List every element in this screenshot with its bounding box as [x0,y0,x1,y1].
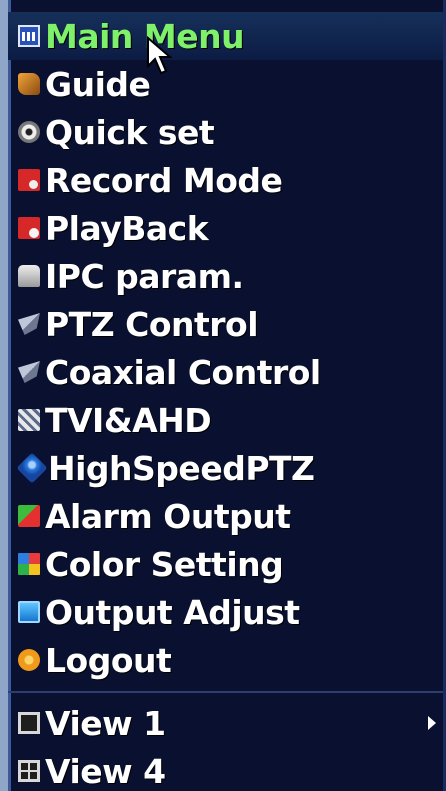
menu-item-label: View 4 [45,751,166,791]
menu-item-record-mode[interactable]: Record Mode [18,156,283,204]
logout-power-icon [18,649,40,671]
menu-item-label: Quick set [45,112,215,152]
menu-item-label: PlayBack [45,208,209,248]
main-context-menu: Main Menu Guide Quick set Record Mode Pl… [0,0,446,791]
menu-item-quick-set[interactable]: Quick set [18,108,215,156]
menu-item-label: Record Mode [45,160,283,200]
menu-item-ptz-control[interactable]: PTZ Control [18,300,259,348]
mouse-pointer-icon [147,36,173,75]
ipc-camera-icon [18,265,40,287]
menu-item-output-adjust[interactable]: Output Adjust [18,588,300,636]
alarm-output-icon [18,505,40,527]
menu-item-playback[interactable]: PlayBack [18,204,209,252]
menu-item-view-4[interactable]: View 4 [18,747,166,791]
menu-item-label: Color Setting [45,544,284,584]
main-menu-title[interactable]: Main Menu [18,12,245,60]
single-view-icon [18,712,40,734]
menu-item-label: Alarm Output [45,496,291,536]
menu-item-label: Logout [45,640,172,680]
menu-item-coaxial-control[interactable]: Coaxial Control [18,348,321,396]
coaxial-camera-icon [18,361,40,383]
guide-book-icon [18,73,40,95]
menu-item-ipc-param[interactable]: IPC param. [18,252,244,300]
main-menu-label: Main Menu [45,16,245,56]
playback-icon [18,217,40,239]
menu-item-label: Guide [45,64,151,104]
high-speed-ptz-icon [16,452,48,484]
quick-set-disc-icon [18,121,40,143]
menu-item-label: IPC param. [45,256,244,296]
menu-item-label: Coaxial Control [45,352,321,392]
menu-item-label: View 1 [45,703,166,743]
menu-item-color-setting[interactable]: Color Setting [18,540,284,588]
menu-item-logout[interactable]: Logout [18,636,172,684]
quad-view-icon [18,760,40,782]
main-menu-grid-icon [18,25,40,47]
color-setting-icon [18,553,40,575]
menu-item-label: HighSpeedPTZ [48,448,315,488]
record-mode-icon [18,169,40,191]
menu-item-label: PTZ Control [45,304,259,344]
menu-item-tvi-ahd[interactable]: TVI&AHD [18,396,212,444]
ptz-camera-icon [18,313,40,335]
menu-item-alarm-output[interactable]: Alarm Output [18,492,291,540]
tvi-ahd-icon [18,409,40,431]
menu-item-view-1[interactable]: View 1 [18,699,166,747]
output-adjust-icon [18,601,40,623]
menu-item-label: Output Adjust [45,592,300,632]
submenu-arrow-icon [428,716,436,730]
menu-item-label: TVI&AHD [45,400,212,440]
menu-item-guide[interactable]: Guide [18,60,151,108]
menu-item-high-speed-ptz[interactable]: HighSpeedPTZ [16,444,315,492]
menu-divider [8,691,443,693]
